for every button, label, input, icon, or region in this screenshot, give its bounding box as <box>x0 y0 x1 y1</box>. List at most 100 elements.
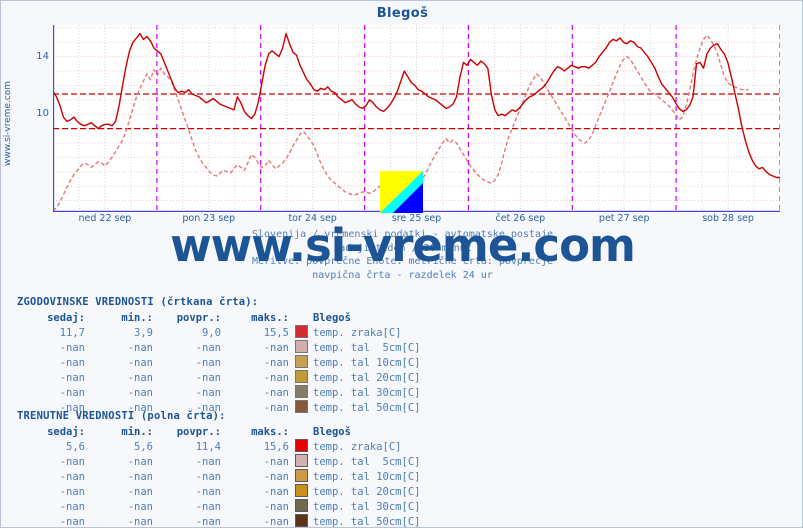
cell-povpr: -nan <box>195 356 221 369</box>
legend-swatch <box>289 355 313 370</box>
cell-povpr: -nan <box>195 515 221 528</box>
y-tick-label: 10 <box>36 108 49 120</box>
subtitle-line-2: zadnji teden / 30 minut <box>333 242 472 254</box>
legend-label: temp. tal 50cm[C] <box>313 515 421 528</box>
legend-label: temp. tal 20cm[C] <box>313 485 421 498</box>
cell-povpr: 9,0 <box>202 326 221 339</box>
subtitle-line-3: Meritve: povprečne Enote: metrične Črta:… <box>251 256 554 267</box>
cell-maks: -nan <box>263 341 289 354</box>
x-tick-label: čet 26 sep <box>495 213 546 224</box>
table-row: -nan -nan -nan -nan temp. tal 30cm[C] <box>17 499 420 514</box>
cell-min: -nan <box>127 341 153 354</box>
cell-povpr: -nan <box>195 371 221 384</box>
legend-swatch <box>289 325 313 340</box>
y-tick-label: 14 <box>36 50 49 62</box>
cell-povpr: -nan <box>195 455 221 468</box>
cell-povpr: 11,4 <box>195 440 221 453</box>
cell-sedaj: 5,6 <box>66 440 85 453</box>
table-row: 5,6 5,6 11,4 15,6 temp. zraka[C] <box>17 439 420 454</box>
cell-maks: -nan <box>263 386 289 399</box>
col-station: Blegoš <box>313 426 351 438</box>
cell-sedaj: -nan <box>59 371 85 384</box>
cell-maks: -nan <box>263 470 289 483</box>
cell-povpr: -nan <box>195 500 221 513</box>
legend-swatch <box>289 469 313 484</box>
legend-swatch <box>289 370 313 385</box>
cell-min: -nan <box>127 455 153 468</box>
cell-sedaj: -nan <box>59 515 85 528</box>
legend-label: temp. tal 30cm[C] <box>313 386 421 399</box>
legend-label: temp. tal 10cm[C] <box>313 470 421 483</box>
legend-label: temp. tal 5cm[C] <box>313 455 421 468</box>
current-values-table: sedaj: min.: povpr.: maks.: Blegoš 5,6 5,… <box>17 425 420 529</box>
table-row: -nan -nan -nan -nan temp. tal 5cm[C] <box>17 340 420 355</box>
cell-min: -nan <box>127 356 153 369</box>
legend-swatch <box>289 484 313 499</box>
legend-swatch <box>289 499 313 514</box>
legend-label: temp. tal 10cm[C] <box>313 356 421 369</box>
chart-page: Blegoš www.si-vreme.com 10 14 ned 22 sep p… <box>0 0 803 528</box>
x-tick-label: ned 22 sep <box>78 213 132 224</box>
col-maks: maks.: <box>251 426 289 438</box>
cell-min: -nan <box>127 470 153 483</box>
cell-maks: 15,5 <box>263 326 289 339</box>
cell-sedaj: -nan <box>59 386 85 399</box>
legend-label: temp. zraka[C] <box>313 326 402 339</box>
col-sedaj: sedaj: <box>47 312 85 324</box>
historic-values-heading: ZGODOVINSKE VREDNOSTI (črtkana črta): <box>17 296 259 308</box>
table-row: -nan -nan -nan -nan temp. tal 20cm[C] <box>17 484 420 499</box>
cell-maks: -nan <box>263 485 289 498</box>
x-axis-tick-labels: ned 22 sep pon 23 sep tor 24 sep sre 25 sep… <box>53 213 780 227</box>
site-logo-icon <box>380 171 423 213</box>
table-row: -nan -nan -nan -nan temp. tal 30cm[C] <box>17 385 420 400</box>
legend-swatch <box>289 385 313 400</box>
current-table-body: 5,6 5,6 11,4 15,6 temp. zraka[C] -nan -nan -nan… <box>17 439 420 529</box>
table-row: -nan -nan -nan -nan temp. tal 20cm[C] <box>17 370 420 385</box>
legend-label: temp. tal 20cm[C] <box>313 371 421 384</box>
legend-label: temp. tal 5cm[C] <box>313 341 421 354</box>
cell-sedaj: 11,7 <box>59 326 85 339</box>
legend-swatch <box>289 514 313 529</box>
cell-sedaj: -nan <box>59 470 85 483</box>
cell-min: -nan <box>127 371 153 384</box>
col-maks: maks.: <box>251 312 289 324</box>
cell-povpr: -nan <box>195 485 221 498</box>
cell-sedaj: -nan <box>59 500 85 513</box>
cell-povpr: -nan <box>195 341 221 354</box>
col-min: min.: <box>121 312 153 324</box>
table-row: -nan -nan -nan -nan temp. tal 50cm[C] <box>17 514 420 529</box>
x-tick-label: pet 27 sep <box>598 213 650 224</box>
subtitle-line-1: Slovenija / vremenski podatki - avtomats… <box>251 229 554 240</box>
x-tick-label: tor 24 sep <box>288 213 337 224</box>
historic-table-body: 11,7 3,9 9,0 15,5 temp. zraka[C] -nan -nan -nan… <box>17 325 420 415</box>
col-povpr: povpr.: <box>176 312 221 324</box>
cell-maks: -nan <box>263 515 289 528</box>
x-tick-label: pon 23 sep <box>182 213 236 224</box>
cell-maks: -nan <box>263 455 289 468</box>
cell-sedaj: -nan <box>59 485 85 498</box>
col-min: min.: <box>121 426 153 438</box>
table-header-row: sedaj: min.: povpr.: maks.: Blegoš <box>17 425 420 439</box>
cell-min: 3,9 <box>134 326 153 339</box>
legend-swatch <box>289 340 313 355</box>
current-values-heading: TRENUTNE VREDNOSTI (polna črta): <box>17 410 226 422</box>
col-povpr: povpr.: <box>176 426 221 438</box>
cell-min: -nan <box>127 500 153 513</box>
cell-maks: -nan <box>263 356 289 369</box>
table-row: 11,7 3,9 9,0 15,5 temp. zraka[C] <box>17 325 420 340</box>
current-values-block: TRENUTNE VREDNOSTI (polna črta): sedaj: … <box>17 410 420 529</box>
x-tick-label: sre 25 sep <box>391 213 442 224</box>
legend-swatch <box>289 454 313 469</box>
cell-min: 5,6 <box>134 440 153 453</box>
legend-swatch <box>289 439 313 454</box>
x-tick-label: sob 28 sep <box>702 213 754 224</box>
historic-values-block: ZGODOVINSKE VREDNOSTI (črtkana črta): se… <box>17 296 420 415</box>
legend-label: temp. tal 30cm[C] <box>313 500 421 513</box>
table-row: -nan -nan -nan -nan temp. tal 10cm[C] <box>17 355 420 370</box>
y-axis-tick-labels: 10 14 <box>15 25 49 215</box>
chart-subtitle: Slovenija / vremenski podatki - avtomats… <box>1 228 803 282</box>
cell-maks: -nan <box>263 500 289 513</box>
col-swatch-spacer <box>289 311 313 325</box>
cell-sedaj: -nan <box>59 341 85 354</box>
table-header-row: sedaj: min.: povpr.: maks.: Blegoš <box>17 311 420 325</box>
